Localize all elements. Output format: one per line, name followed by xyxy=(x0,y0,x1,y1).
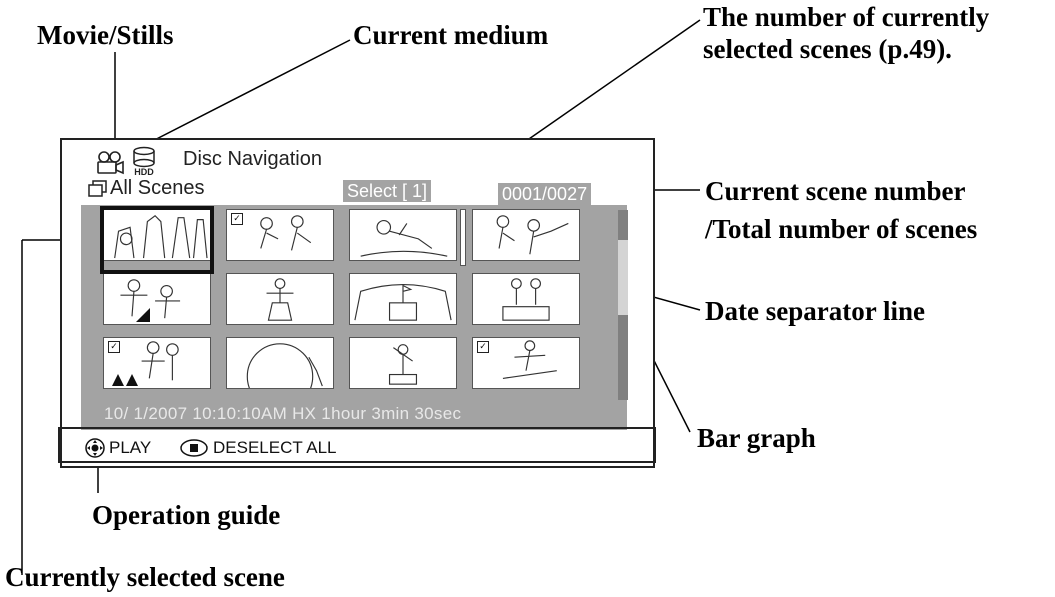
scene-thumbnail[interactable] xyxy=(349,337,457,389)
callout-selected-count-line1: The number of currently xyxy=(703,2,990,32)
checkmark-icon: ✓ xyxy=(108,341,120,353)
hdd-medium-icon: HDD xyxy=(133,146,155,177)
callout-scene-number-line2: /Total number of scenes xyxy=(705,214,978,244)
guide-play-label: PLAY xyxy=(109,438,152,457)
guide-deselect-label: DESELECT ALL xyxy=(213,438,337,457)
callout-current-medium: Current medium xyxy=(353,20,549,50)
scene-thumbnail[interactable]: ✓ xyxy=(103,337,211,389)
scene-status-line: 10/ 1/2007 10:10:10AM HX 1hour 3min 30se… xyxy=(104,404,462,423)
double-triangle-marker-icon xyxy=(112,374,138,386)
hdd-badge-text: HDD xyxy=(134,167,154,177)
scene-thumbnail[interactable]: ✓ xyxy=(472,337,580,389)
scene-counter: 0001/0027 xyxy=(498,183,592,205)
scene-thumbnail[interactable] xyxy=(349,209,457,261)
select-count-badge: Select [ 1] xyxy=(343,180,432,202)
scene-thumbnail[interactable]: ✓ xyxy=(226,209,334,261)
callout-selected-count-line2: selected scenes (p.49). xyxy=(703,34,952,64)
checkmark-icon: ✓ xyxy=(477,341,489,353)
view-label: All Scenes xyxy=(110,177,205,199)
scene-bar-graph-thumb[interactable] xyxy=(618,240,628,315)
guide-deselect-all: DESELECT ALL xyxy=(179,438,336,458)
selected-scene-cursor xyxy=(100,206,214,274)
date-separator-line xyxy=(460,209,466,266)
checkmark-icon: ✓ xyxy=(231,213,243,225)
callout-operation-guide: Operation guide xyxy=(92,500,281,530)
callout-bar-graph: Bar graph xyxy=(697,423,816,453)
triangle-marker-icon xyxy=(136,308,150,322)
movie-camera-icon xyxy=(97,151,124,175)
callout-movie-stills: Movie/Stills xyxy=(37,20,174,50)
callout-scene-number-line1: Current scene number xyxy=(705,176,966,206)
screen-title: Disc Navigation xyxy=(183,148,322,170)
all-scenes-icon xyxy=(88,180,107,197)
scene-thumbnail[interactable] xyxy=(349,273,457,325)
scene-thumbnail[interactable] xyxy=(472,273,580,325)
joystick-icon xyxy=(85,438,105,458)
scene-thumbnail[interactable] xyxy=(226,337,334,389)
callout-date-separator: Date separator line xyxy=(705,296,925,326)
scene-thumbnail[interactable] xyxy=(103,273,211,325)
callout-currently-selected: Currently selected scene xyxy=(5,562,285,592)
stop-button-icon xyxy=(180,439,208,457)
scene-thumbnail[interactable] xyxy=(226,273,334,325)
scene-thumbnail[interactable] xyxy=(472,209,580,261)
guide-play: PLAY xyxy=(85,438,151,458)
